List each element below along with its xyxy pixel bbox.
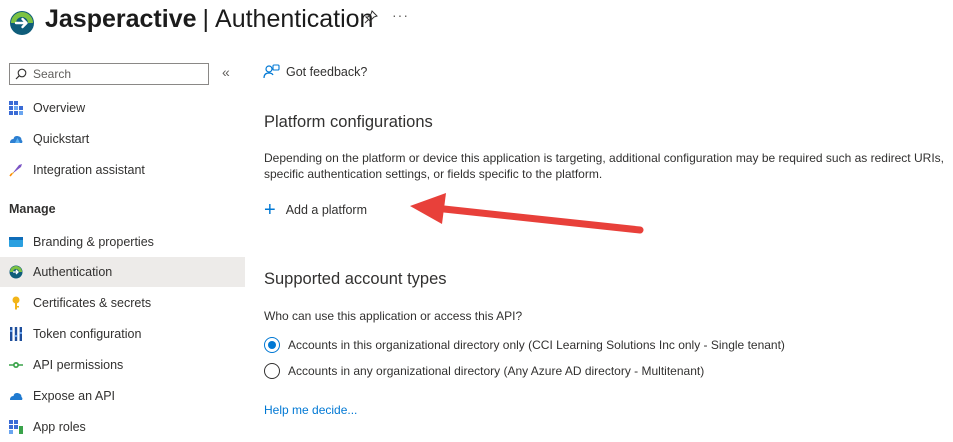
page-header: Jasperactive | Authentication ···: [0, 0, 953, 44]
plus-icon: +: [264, 199, 276, 221]
sidebar-item-expose-api[interactable]: Expose an API: [0, 381, 245, 411]
search-icon: [15, 68, 27, 80]
supported-account-types-heading: Supported account types: [264, 270, 447, 288]
feedback-button[interactable]: Got feedback?: [263, 64, 367, 79]
search-input[interactable]: [33, 65, 203, 83]
sidebar-item-label: Expose an API: [33, 389, 116, 403]
sidebar-item-label: Token configuration: [33, 327, 142, 341]
app-roles-icon: [9, 420, 23, 434]
account-question: Who can use this application or access t…: [264, 309, 523, 323]
sidebar-item-label: Authentication: [33, 265, 113, 279]
title-separator: |: [202, 5, 210, 33]
sidebar-item-quickstart[interactable]: Quickstart: [0, 124, 245, 154]
platform-description: Depending on the platform or device this…: [264, 151, 944, 181]
sidebar-item-certificates[interactable]: Certificates & secrets: [0, 288, 245, 318]
collapse-sidebar-icon[interactable]: «: [222, 64, 230, 80]
sidebar-item-app-roles[interactable]: App roles: [0, 412, 245, 442]
overview-icon: [9, 101, 23, 115]
sidebar-item-label: API permissions: [33, 358, 124, 372]
add-platform-button[interactable]: + Add a platform: [264, 200, 367, 220]
account-option-multitenant[interactable]: Accounts in any organizational directory…: [264, 363, 704, 379]
feedback-label: Got feedback?: [286, 64, 368, 79]
branding-icon: [9, 237, 23, 247]
platform-configurations-heading: Platform configurations: [264, 113, 433, 131]
rocket-icon: [9, 164, 22, 177]
sidebar-item-branding[interactable]: Branding & properties: [0, 227, 245, 257]
search-box[interactable]: [9, 63, 209, 85]
sidebar-item-overview[interactable]: Overview: [0, 93, 245, 123]
sidebar: « Overview Quickstart Integration assist…: [0, 58, 245, 436]
page-title: Jasperactive | Authentication: [45, 3, 373, 35]
sidebar-item-label: App roles: [33, 420, 86, 434]
manage-section-header: Manage: [9, 202, 56, 216]
key-icon: [12, 296, 20, 310]
help-me-decide-link[interactable]: Help me decide...: [264, 403, 357, 417]
cloud-icon: [10, 392, 23, 400]
radio-multitenant[interactable]: [264, 363, 280, 379]
sidebar-item-integration-assistant[interactable]: Integration assistant: [0, 155, 245, 185]
radio-single-tenant[interactable]: [264, 337, 280, 353]
app-registration-icon: [10, 11, 34, 35]
option-label: Accounts in this organizational director…: [288, 338, 785, 352]
sidebar-item-label: Certificates & secrets: [33, 296, 152, 310]
sidebar-item-label: Overview: [33, 101, 86, 115]
token-icon: [10, 327, 22, 341]
page-name: Authentication: [215, 5, 374, 33]
api-permissions-icon: [9, 362, 23, 368]
sidebar-item-label: Branding & properties: [33, 235, 154, 249]
sidebar-item-token-configuration[interactable]: Token configuration: [0, 319, 245, 349]
option-label: Accounts in any organizational directory…: [288, 364, 705, 378]
quickstart-icon: [10, 135, 23, 143]
sidebar-item-label: Integration assistant: [33, 163, 145, 177]
sidebar-item-authentication[interactable]: Authentication: [0, 257, 245, 287]
more-options-icon[interactable]: ···: [392, 7, 409, 23]
add-platform-label: Add a platform: [285, 203, 367, 217]
authentication-icon: [9, 265, 23, 279]
sidebar-item-api-permissions[interactable]: API permissions: [0, 350, 245, 380]
feedback-icon: [263, 64, 280, 79]
app-name: Jasperactive: [45, 5, 197, 33]
pin-icon[interactable]: [364, 10, 378, 24]
account-option-single-tenant[interactable]: Accounts in this organizational director…: [264, 337, 785, 353]
sidebar-item-label: Quickstart: [33, 132, 90, 146]
